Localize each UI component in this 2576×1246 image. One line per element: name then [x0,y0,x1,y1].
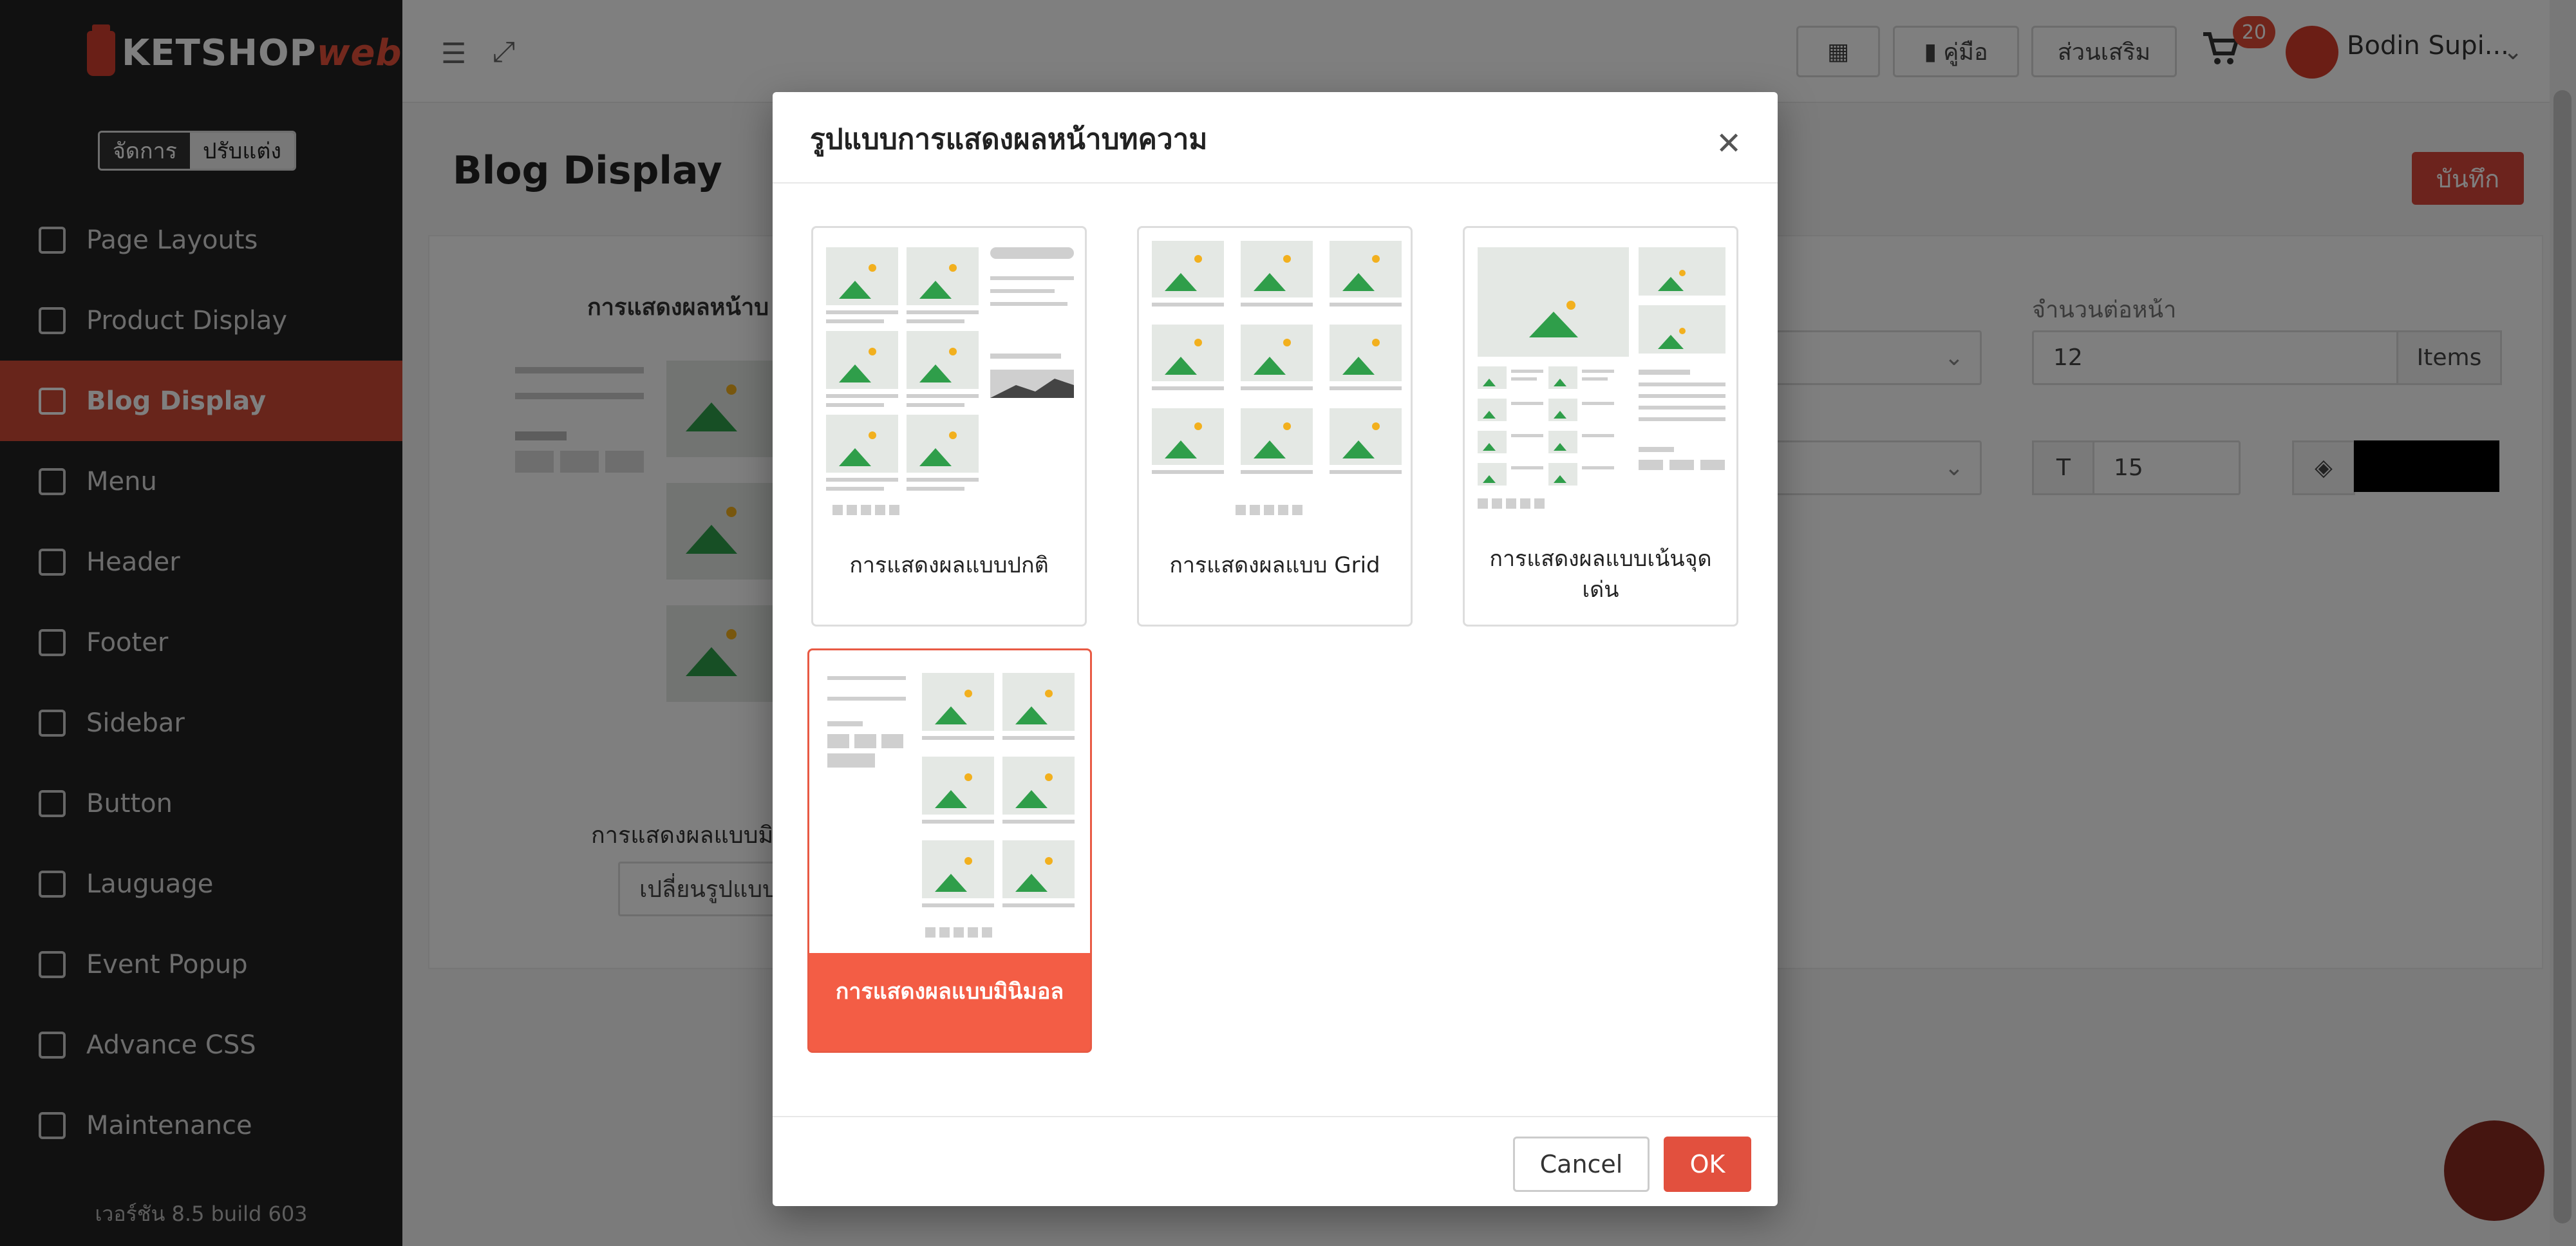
layout-option-label: การแสดงผลแบบปกติ [849,552,1049,578]
modal-title: รูปแบบการแสดงผลหน้าบทความ [810,123,1208,156]
layout-option-grid[interactable]: การแสดงผลแบบ Grid [1137,226,1413,627]
cancel-button[interactable]: Cancel [1513,1137,1650,1192]
layout-normal-thumbnail [826,247,1074,515]
layout-minimal-thumbnail [809,650,1090,953]
modal-header-divider [773,182,1778,184]
layout-picker-modal: รูปแบบการแสดงผลหน้าบทความ ✕ การแสดงผลแบบ… [773,92,1778,1206]
layout-grid-thumbnail [1152,241,1402,515]
layout-option-featured[interactable]: การแสดงผลแบบเน้นจุดเด่น [1463,226,1738,627]
modal-footer-divider [773,1116,1778,1117]
layout-option-normal[interactable]: การแสดงผลแบบปกติ [811,226,1087,627]
ok-button[interactable]: OK [1664,1137,1751,1192]
layout-option-label: การแสดงผลแบบ Grid [1169,552,1380,578]
layout-featured-thumbnail [1478,247,1725,509]
layout-option-minimal[interactable]: การแสดงผลแบบมินิมอล [807,648,1092,1053]
layout-option-label: การแสดงผลแบบมินิมอล [835,979,1064,1005]
close-icon[interactable]: ✕ [1716,126,1742,162]
layout-option-label: การแสดงผลแบบเน้นจุดเด่น [1489,546,1712,603]
